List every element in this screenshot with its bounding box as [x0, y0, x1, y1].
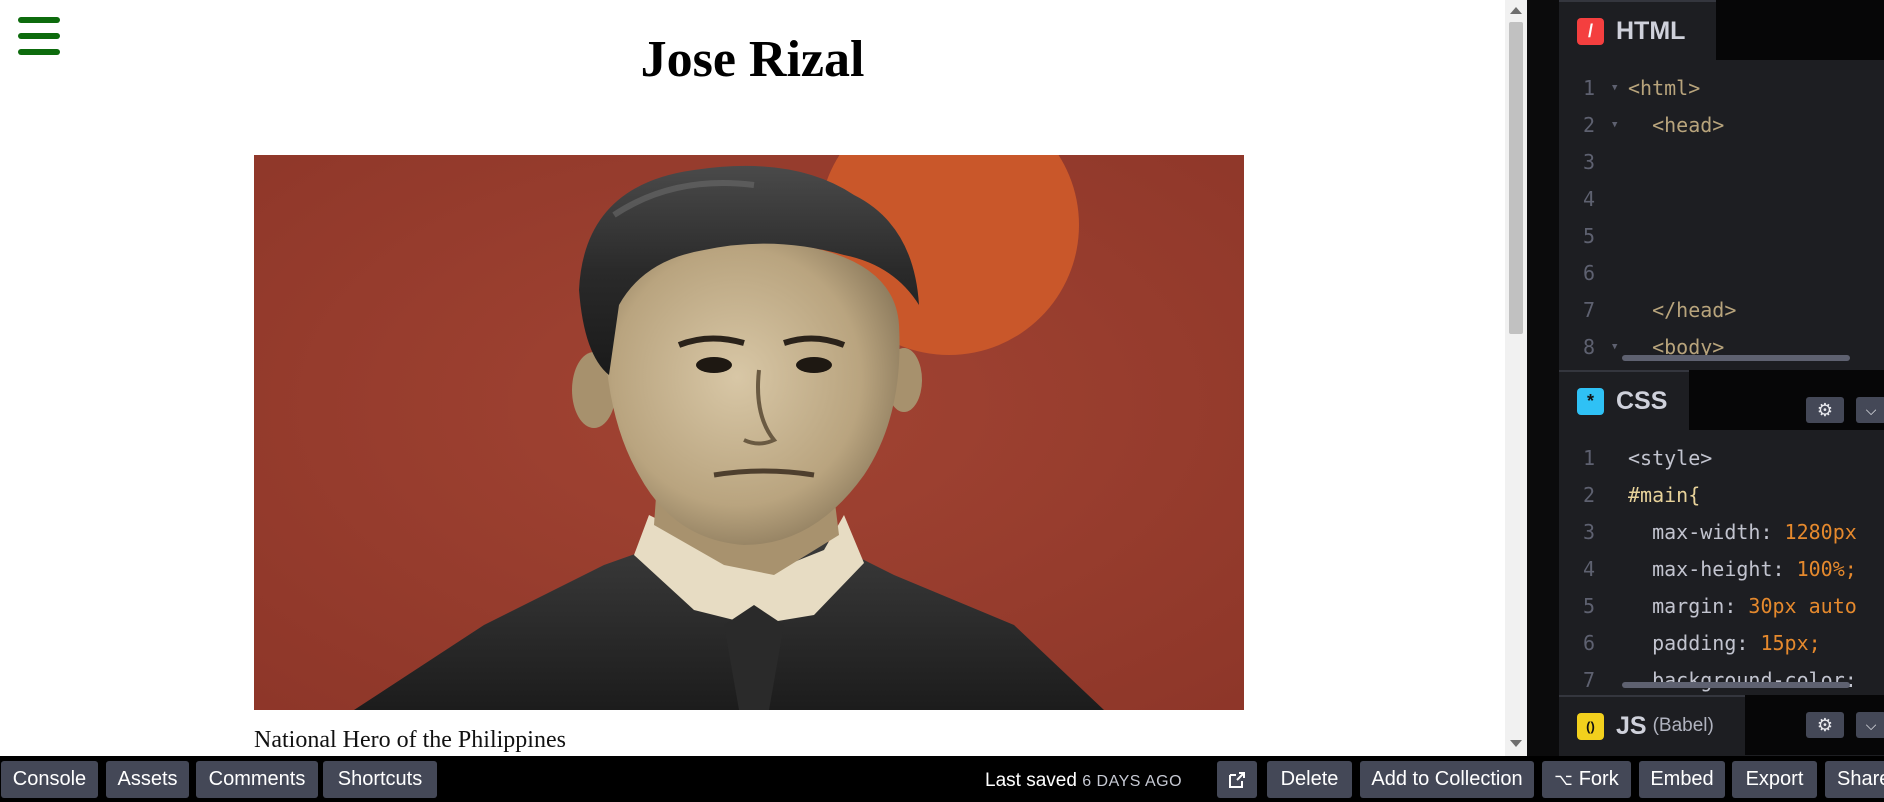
- css-horizontal-scrollbar[interactable]: [1622, 682, 1850, 688]
- html-panel-label: HTML: [1616, 16, 1686, 45]
- css-value: 30px auto: [1748, 594, 1857, 618]
- html-editor-panel: / HTML 1 ▼ <html> 2 ▼ <head> 3 4 5 6 7 </head> 8 ▼ …: [1559, 0, 1884, 370]
- html-horizontal-scrollbar[interactable]: [1622, 355, 1850, 361]
- pane-resize-divider[interactable]: [1527, 0, 1559, 756]
- css-panel-label: CSS: [1616, 386, 1668, 415]
- fold-arrow-icon[interactable]: ▼: [1612, 329, 1617, 366]
- fork-icon: ⌥: [1554, 771, 1573, 789]
- code-text: <html>: [1628, 76, 1701, 100]
- code-text: max-width: 1280px: [1628, 520, 1857, 544]
- add-to-collection-button[interactable]: Add to Collection: [1360, 761, 1534, 798]
- css-property: max-width: [1628, 520, 1761, 544]
- share-button[interactable]: Share: [1825, 761, 1884, 798]
- tab-html[interactable]: / HTML: [1559, 0, 1716, 60]
- line-number: 1: [1582, 446, 1595, 470]
- line-number: 2: [1582, 483, 1595, 507]
- js-panel-sublabel: (Babel): [1652, 715, 1714, 736]
- image-caption: National Hero of the Philippines: [254, 727, 566, 753]
- fork-label: Fork: [1578, 768, 1619, 790]
- css-property: padding: [1628, 631, 1737, 655]
- fork-button[interactable]: ⌥ Fork: [1542, 761, 1631, 798]
- js-editor-panel: () JS (Babel) ⚙ ⌵: [1559, 695, 1884, 756]
- scroll-thumb[interactable]: [1509, 22, 1523, 334]
- line-number: 7: [1582, 298, 1595, 322]
- bottom-toolbar: Console Assets Comments Shortcuts Last s…: [0, 756, 1884, 802]
- comments-button[interactable]: Comments: [196, 761, 318, 798]
- code-text: </head>: [1628, 298, 1737, 322]
- css-value: 100%;: [1796, 557, 1857, 581]
- css-panel-header: * CSS ⚙ ⌵: [1559, 370, 1884, 430]
- html-panel-header: / HTML: [1559, 0, 1884, 60]
- preview-scrollbar[interactable]: [1505, 0, 1527, 756]
- page-title: Jose Rizal: [640, 31, 865, 88]
- code-text: margin: 30px auto: [1628, 594, 1857, 618]
- css-settings-gear-icon[interactable]: ⚙: [1806, 397, 1844, 423]
- scroll-down-icon[interactable]: [1510, 740, 1522, 747]
- line-number: 4: [1582, 187, 1595, 211]
- shortcuts-button[interactable]: Shortcuts: [323, 761, 437, 798]
- css-value: 15px;: [1760, 631, 1821, 655]
- line-number: 1: [1582, 76, 1595, 100]
- line-number: 8: [1582, 335, 1595, 359]
- css-property: background-color: [1628, 668, 1845, 692]
- css-selector: #main{: [1628, 483, 1701, 507]
- css-collapse-chevron-icon[interactable]: ⌵: [1856, 397, 1884, 423]
- css-property: max-height: [1628, 557, 1773, 581]
- portrait-image: [254, 155, 1244, 710]
- code-text: <style>: [1628, 440, 1712, 477]
- line-number: 6: [1582, 261, 1595, 285]
- js-collapse-chevron-icon[interactable]: ⌵: [1856, 712, 1884, 738]
- code-text: <head>: [1628, 113, 1725, 137]
- tab-css[interactable]: * CSS: [1559, 370, 1689, 430]
- embed-button[interactable]: Embed: [1639, 761, 1725, 798]
- assets-button[interactable]: Assets: [106, 761, 189, 798]
- html-badge-icon: /: [1577, 17, 1604, 45]
- export-button[interactable]: Export: [1732, 761, 1817, 798]
- line-number: 5: [1582, 594, 1595, 618]
- delete-button[interactable]: Delete: [1267, 761, 1352, 798]
- last-saved-status: Last saved 6 DAYS AGO: [985, 770, 1182, 792]
- css-badge-icon: *: [1577, 387, 1604, 415]
- fold-arrow-icon[interactable]: ▼: [1612, 107, 1617, 144]
- css-editor-panel: * CSS ⚙ ⌵ 1 <style> 2 #main{ 3 max-width: 12…: [1559, 370, 1884, 695]
- js-settings-gear-icon[interactable]: ⚙: [1806, 712, 1844, 738]
- last-saved-time: 6 DAYS AGO: [1082, 773, 1183, 790]
- style-tag: <style>: [1628, 446, 1713, 470]
- code-text: max-height: 100%;: [1628, 557, 1857, 581]
- code-text: #main{: [1628, 477, 1700, 514]
- js-badge-icon: (): [1577, 712, 1604, 740]
- line-number: 3: [1582, 520, 1595, 544]
- scroll-up-icon[interactable]: [1510, 7, 1522, 14]
- js-panel-label: JS: [1616, 711, 1647, 740]
- code-text: background-color:: [1628, 668, 1869, 692]
- css-property: margin: [1628, 594, 1725, 618]
- console-button[interactable]: Console: [1, 761, 98, 798]
- line-number: 7: [1582, 668, 1595, 692]
- fold-arrow-icon[interactable]: ▼: [1612, 70, 1617, 107]
- external-link-icon[interactable]: [1217, 761, 1257, 798]
- line-number: 2: [1582, 113, 1595, 137]
- line-number: 5: [1582, 224, 1595, 248]
- line-number: 4: [1582, 557, 1595, 581]
- line-number: 6: [1582, 631, 1595, 655]
- js-panel-header: () JS (Babel) ⚙ ⌵: [1559, 695, 1884, 755]
- preview-pane: Jose Rizal National Hero of the Philippi…: [0, 0, 1505, 756]
- code-text: padding: 15px;: [1628, 631, 1821, 655]
- last-saved-label: Last saved: [985, 770, 1077, 791]
- tab-js[interactable]: () JS (Babel): [1559, 695, 1745, 755]
- line-number: 3: [1582, 150, 1595, 174]
- css-value: 1280px: [1784, 520, 1857, 544]
